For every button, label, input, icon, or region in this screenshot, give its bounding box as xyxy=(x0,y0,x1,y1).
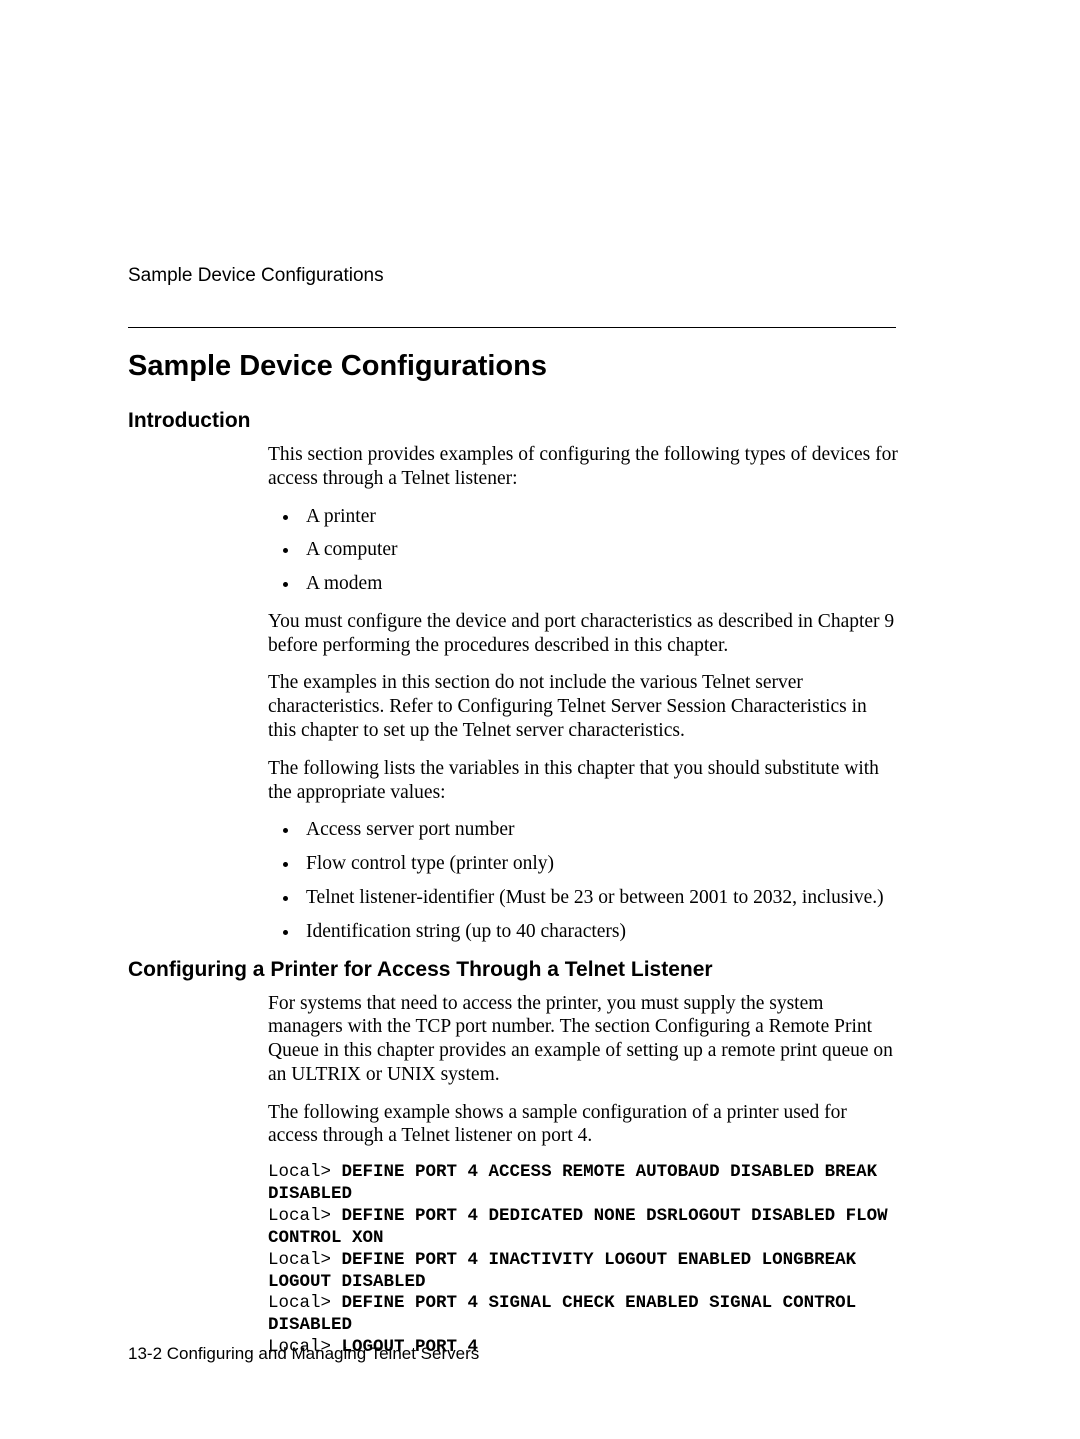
printer-paragraph: For systems that need to access the prin… xyxy=(268,992,898,1087)
intro-paragraph: The following lists the variables in thi… xyxy=(268,757,898,805)
intro-paragraph: You must configure the device and port c… xyxy=(268,610,898,658)
code-line: Local> DEFINE PORT 4 INACTIVITY LOGOUT E… xyxy=(268,1250,898,1294)
command-text: DEFINE PORT 4 DEDICATED NONE DSRLOGOUT D… xyxy=(268,1206,888,1248)
intro-paragraph: This section provides examples of config… xyxy=(268,443,898,491)
code-line: Local> DEFINE PORT 4 DEDICATED NONE DSRL… xyxy=(268,1206,898,1250)
list-item: Identification string (up to 40 characte… xyxy=(300,920,898,944)
prompt-text: Local> xyxy=(268,1293,331,1313)
code-line: Local> DEFINE PORT 4 ACCESS REMOTE AUTOB… xyxy=(268,1162,898,1206)
list-item: Flow control type (printer only) xyxy=(300,852,898,876)
horizontal-rule xyxy=(128,327,896,328)
list-item: A printer xyxy=(300,505,898,529)
code-example: Local> DEFINE PORT 4 ACCESS REMOTE AUTOB… xyxy=(268,1162,898,1359)
code-line: Local> DEFINE PORT 4 SIGNAL CHECK ENABLE… xyxy=(268,1293,898,1337)
variables-list: Access server port number Flow control t… xyxy=(268,818,898,943)
command-text: DEFINE PORT 4 SIGNAL CHECK ENABLED SIGNA… xyxy=(268,1293,856,1335)
printer-body: For systems that need to access the prin… xyxy=(268,992,898,1360)
list-item: A modem xyxy=(300,572,898,596)
intro-body: This section provides examples of config… xyxy=(268,443,898,944)
list-item: A computer xyxy=(300,538,898,562)
command-text: DEFINE PORT 4 ACCESS REMOTE AUTOBAUD DIS… xyxy=(268,1162,877,1204)
page: Sample Device Configurations Sample Devi… xyxy=(0,0,1080,1439)
running-head: Sample Device Configurations xyxy=(128,265,952,287)
prompt-text: Local> xyxy=(268,1162,331,1182)
prompt-text: Local> xyxy=(268,1250,331,1270)
list-item: Access server port number xyxy=(300,818,898,842)
page-title: Sample Device Configurations xyxy=(128,350,952,383)
intro-paragraph: The examples in this section do not incl… xyxy=(268,671,898,742)
section-heading-introduction: Introduction xyxy=(128,409,952,433)
prompt-text: Local> xyxy=(268,1206,331,1226)
device-list: A printer A computer A modem xyxy=(268,505,898,596)
page-footer: 13-2 Configuring and Managing Telnet Ser… xyxy=(128,1344,479,1364)
section-heading-printer: Configuring a Printer for Access Through… xyxy=(128,958,952,982)
printer-paragraph: The following example shows a sample con… xyxy=(268,1101,898,1149)
command-text: DEFINE PORT 4 INACTIVITY LOGOUT ENABLED … xyxy=(268,1250,856,1292)
list-item: Telnet listener-identifier (Must be 23 o… xyxy=(300,886,898,910)
